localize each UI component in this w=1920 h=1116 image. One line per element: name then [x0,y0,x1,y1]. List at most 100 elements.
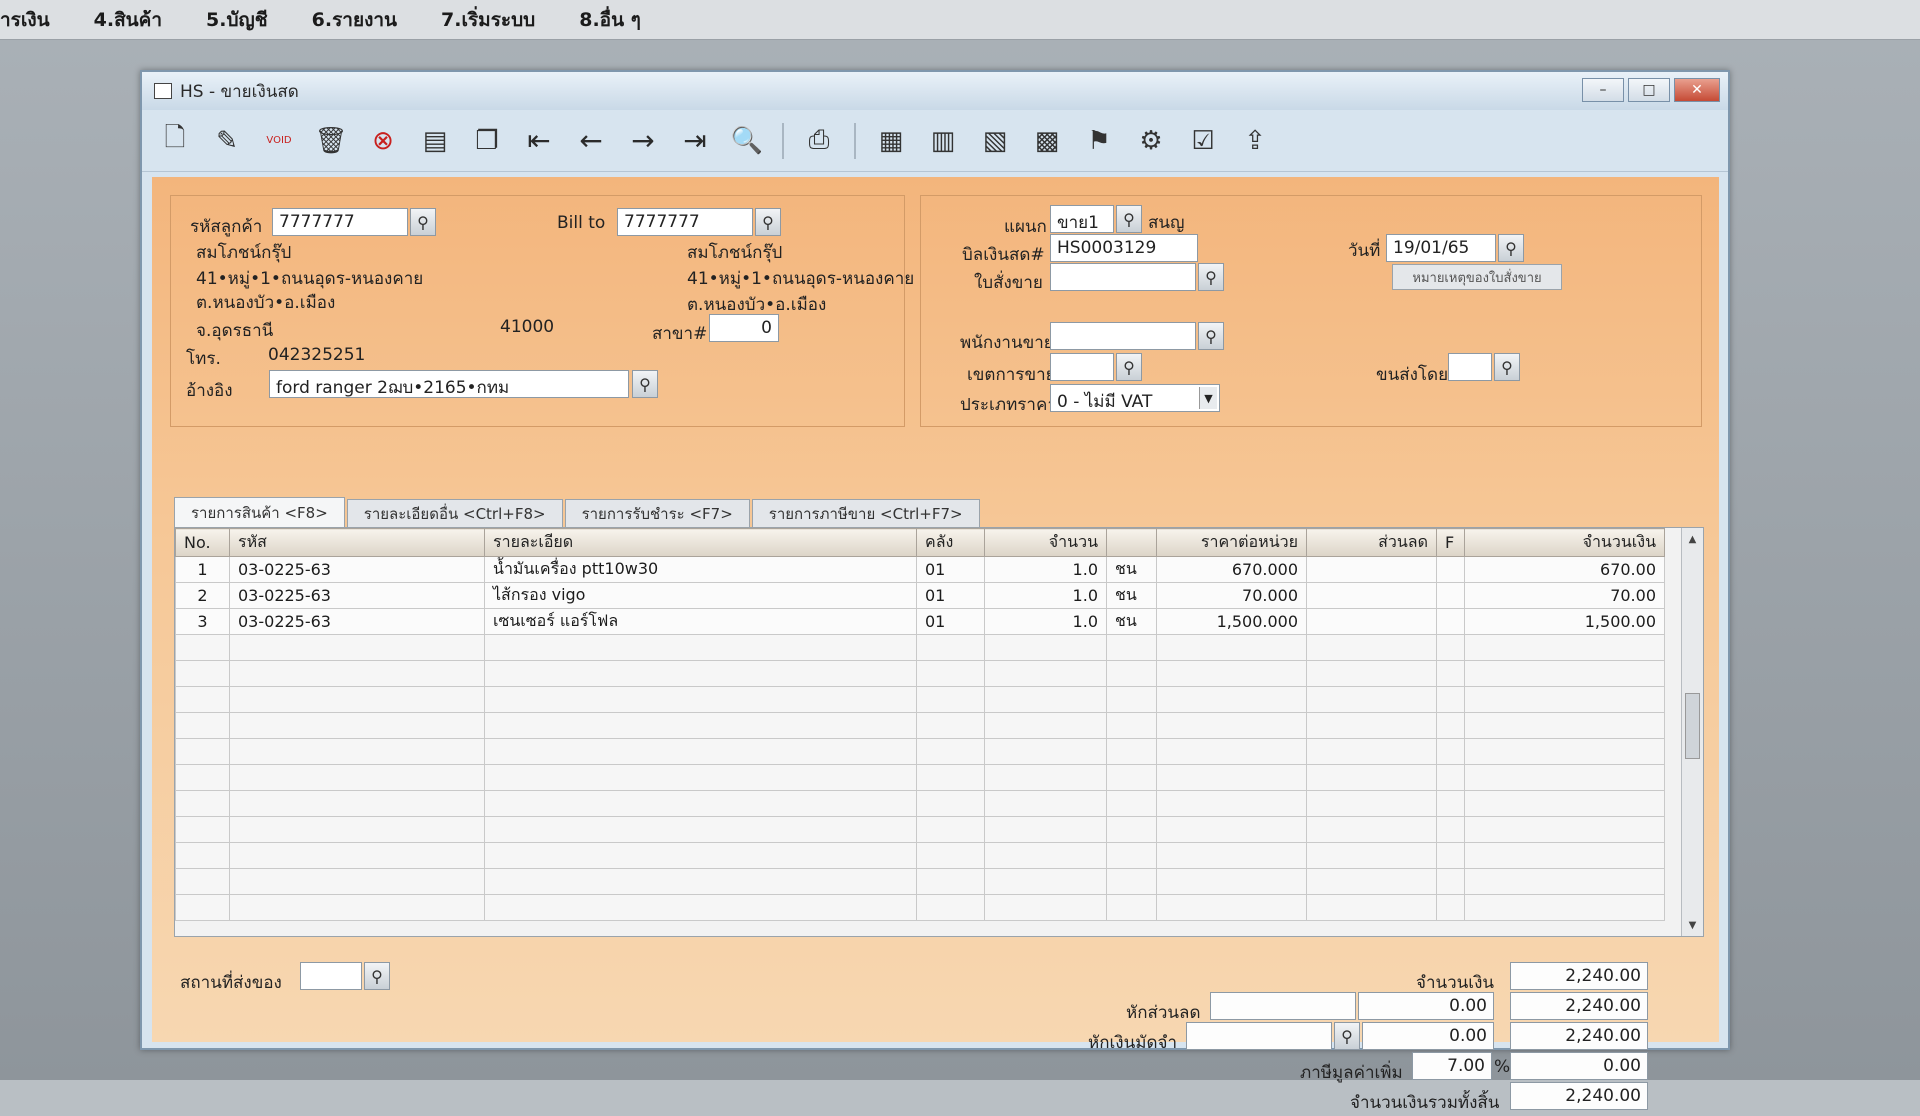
sales-area-search-icon[interactable]: ⚲ [1116,353,1142,381]
cell-wh[interactable] [916,660,985,687]
cell-disc[interactable] [1306,712,1437,739]
copy-icon[interactable]: ❐ [470,122,504,160]
cell-disc[interactable] [1306,556,1437,583]
cell-desc[interactable] [484,816,917,843]
reference-search-icon[interactable]: ⚲ [632,370,658,398]
cell-qty[interactable] [984,790,1107,817]
cell-price[interactable]: 1,500.000 [1156,608,1307,635]
cell-disc[interactable] [1306,660,1437,687]
menu-finance[interactable]: ารเงิน [0,5,50,35]
col-quantity[interactable]: จำนวน [984,528,1107,557]
cell-amount[interactable] [1464,894,1665,921]
deposit-search-icon[interactable]: ⚲ [1334,1022,1360,1050]
cell-disc[interactable] [1306,790,1437,817]
cell-f[interactable] [1436,686,1465,713]
cell-amount[interactable] [1464,790,1665,817]
cell-desc[interactable] [484,842,917,869]
cell-f[interactable] [1436,764,1465,791]
cash-bill-field[interactable]: HS0003129 [1050,234,1198,262]
cell-price[interactable] [1156,868,1307,895]
cell-wh[interactable] [916,712,985,739]
cell-price[interactable]: 70.000 [1156,582,1307,609]
cell-no[interactable] [175,894,230,921]
cell-unit[interactable] [1106,764,1157,791]
cell-qty[interactable] [984,634,1107,661]
cell-no[interactable] [175,712,230,739]
cell-code[interactable] [229,868,485,895]
cell-f[interactable] [1436,608,1465,635]
cell-unit[interactable]: ชน [1106,608,1157,635]
empty-table-row[interactable] [175,660,1665,687]
cell-wh[interactable] [916,634,985,661]
grid-scrollbar[interactable]: ▲ ▼ [1681,528,1703,936]
sales-area-field[interactable] [1050,353,1114,381]
cell-price[interactable] [1156,842,1307,869]
cell-no[interactable]: 2 [175,582,230,609]
menu-account[interactable]: 5.บัญชี [206,5,268,35]
cell-unit[interactable] [1106,842,1157,869]
cell-wh[interactable] [916,894,985,921]
cell-f[interactable] [1436,790,1465,817]
deposit-input[interactable] [1186,1022,1332,1050]
cell-qty[interactable] [984,816,1107,843]
col-amount[interactable]: จำนวนเงิน [1464,528,1665,557]
items-grid[interactable]: No. รหัส รายละเอียด คลัง จำนวน ราคาต่อหน… [174,527,1704,937]
cell-disc[interactable] [1306,894,1437,921]
customer-code-field[interactable]: 7777777 [272,208,408,236]
cell-desc[interactable] [484,712,917,739]
billto-search-icon[interactable]: ⚲ [755,208,781,236]
table-row[interactable]: 2 03-0225-63 ไส้กรอง vigo 01 1.0 ชน 70.000 70.0… [175,582,1665,609]
empty-table-row[interactable] [175,738,1665,765]
cell-desc[interactable] [484,790,917,817]
tab-items[interactable]: รายการสินค้า <F8> [174,497,345,527]
cell-unit[interactable] [1106,634,1157,661]
cell-disc[interactable] [1306,842,1437,869]
calendar-icon[interactable]: ▩ [1030,122,1064,160]
cell-code[interactable] [229,634,485,661]
first-record-icon[interactable]: ⇤ [522,122,556,160]
cell-price[interactable] [1156,634,1307,661]
ship-by-field[interactable] [1448,353,1492,381]
col-warehouse[interactable]: คลัง [916,528,985,557]
cell-wh[interactable] [916,842,985,869]
menu-setup[interactable]: 7.เริ่มระบบ [441,5,535,35]
cell-desc[interactable] [484,894,917,921]
void-icon[interactable]: VOID [262,122,296,160]
save-icon[interactable]: ▤ [418,122,452,160]
cell-unit[interactable] [1106,686,1157,713]
cell-price[interactable] [1156,764,1307,791]
date-field[interactable]: 19/01/65 [1386,234,1496,262]
print-icon[interactable]: ⎙ [802,122,836,160]
maximize-button[interactable]: □ [1628,78,1670,102]
cell-price[interactable] [1156,894,1307,921]
cell-wh[interactable]: 01 [916,608,985,635]
scroll-thumb[interactable] [1685,693,1700,759]
cell-wh[interactable] [916,790,985,817]
cell-no[interactable] [175,868,230,895]
discount-input[interactable] [1210,992,1356,1020]
cell-code[interactable] [229,712,485,739]
date-picker-icon[interactable]: ⚲ [1498,234,1524,262]
ship-by-search-icon[interactable]: ⚲ [1494,353,1520,381]
cell-disc[interactable] [1306,764,1437,791]
cell-qty[interactable] [984,686,1107,713]
cell-amount[interactable]: 70.00 [1464,582,1665,609]
trash-icon[interactable]: 🗑 [314,122,348,160]
cell-wh[interactable]: 01 [916,556,985,583]
cell-unit[interactable] [1106,738,1157,765]
chevron-down-icon[interactable]: ▼ [1199,387,1217,409]
find-icon[interactable]: 🔍 [730,122,764,160]
cell-code[interactable] [229,660,485,687]
last-record-icon[interactable]: ⇥ [678,122,712,160]
cell-code[interactable] [229,816,485,843]
cell-disc[interactable] [1306,582,1437,609]
cell-desc[interactable] [484,868,917,895]
approve-icon[interactable]: ⚑ [1082,122,1116,160]
cell-no[interactable] [175,660,230,687]
cell-amount[interactable] [1464,712,1665,739]
tab-sales-tax[interactable]: รายการภาษีขาย <Ctrl+F7> [751,499,980,527]
cell-wh[interactable] [916,738,985,765]
empty-table-row[interactable] [175,764,1665,791]
cell-f[interactable] [1436,894,1465,921]
cell-code[interactable] [229,686,485,713]
